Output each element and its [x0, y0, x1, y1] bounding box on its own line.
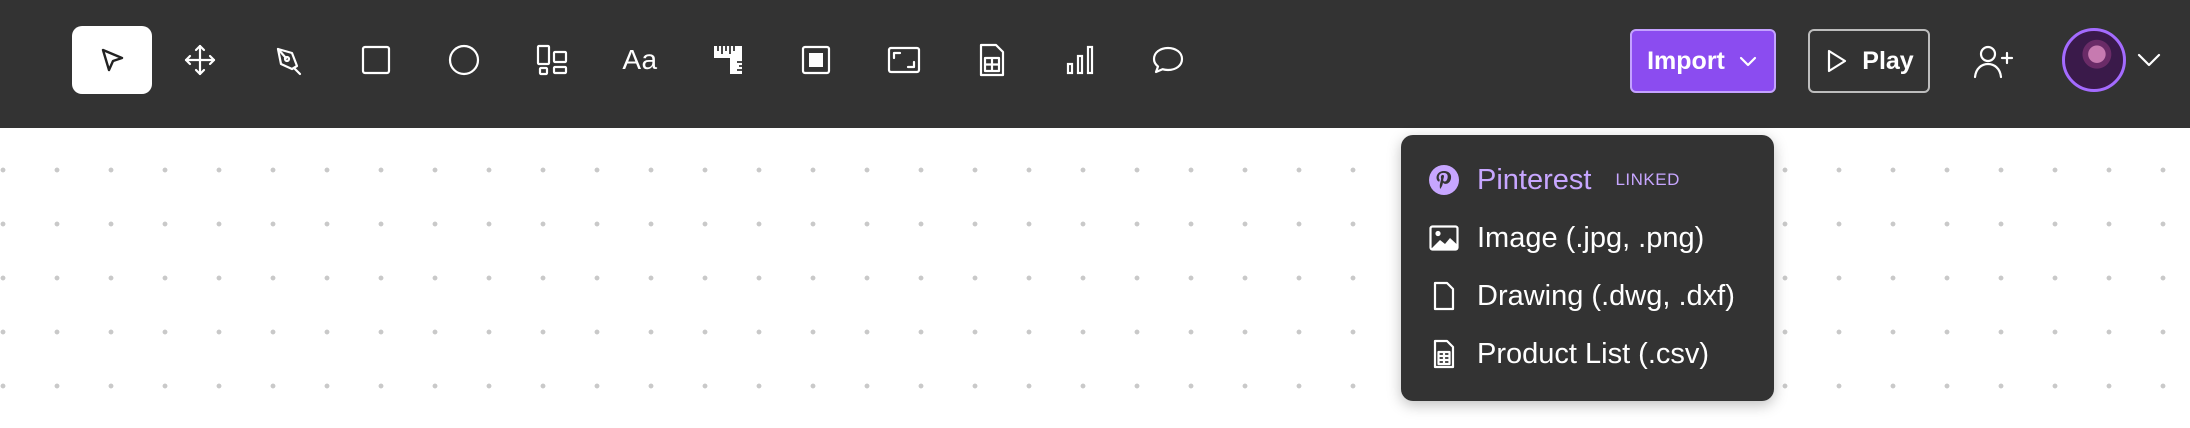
ruler-tool[interactable]	[688, 26, 768, 94]
move-icon	[184, 44, 216, 76]
spreadsheet-file-icon	[1427, 337, 1461, 371]
menu-item-label: Pinterest	[1477, 163, 1592, 196]
import-dropdown-menu: Pinterest LINKED Image (.jpg, .png) Drawi…	[1401, 135, 1774, 401]
play-button[interactable]: Play	[1808, 29, 1930, 93]
avatar-chevron-down-icon[interactable]	[2134, 48, 2164, 72]
user-avatar[interactable]	[2062, 28, 2126, 92]
chart-tool[interactable]	[1040, 26, 1120, 94]
move-tool[interactable]	[160, 26, 240, 94]
menu-item-drawing[interactable]: Drawing (.dwg, .dxf)	[1427, 274, 1735, 318]
spreadsheet-icon	[979, 43, 1005, 77]
select-arrow-icon	[101, 48, 124, 72]
pinterest-icon	[1427, 163, 1461, 197]
menu-item-label: Product List (.csv)	[1477, 337, 1710, 370]
import-button[interactable]: Import	[1630, 29, 1776, 93]
rectangle-icon	[361, 45, 391, 75]
ellipse-icon	[448, 44, 480, 76]
menu-item-label: Drawing (.dwg, .dxf)	[1477, 279, 1735, 312]
frame-icon	[801, 45, 831, 75]
add-user-icon	[1973, 45, 2014, 79]
text-icon: Aa	[622, 44, 658, 75]
text-tool[interactable]: Aa	[600, 26, 680, 94]
pen-icon	[276, 47, 302, 76]
layout-tool[interactable]	[512, 26, 592, 94]
top-toolbar: Aa Import Play	[0, 0, 2190, 128]
add-user-button[interactable]	[1968, 40, 2018, 84]
resize-tool[interactable]	[864, 26, 944, 94]
ellipse-tool[interactable]	[424, 26, 504, 94]
select-tool[interactable]	[72, 26, 152, 94]
linked-badge: LINKED	[1615, 170, 1680, 189]
spreadsheet-tool[interactable]	[952, 26, 1032, 94]
ruler-icon	[714, 46, 742, 74]
chevron-down-icon	[1739, 56, 1756, 67]
bar-chart-icon	[1066, 45, 1094, 75]
dotted-canvas[interactable]	[0, 128, 2190, 428]
menu-item-image[interactable]: Image (.jpg, .png)	[1427, 216, 1704, 260]
import-label: Import	[1647, 46, 1725, 75]
rectangle-tool[interactable]	[336, 26, 416, 94]
resize-icon	[887, 46, 921, 74]
layout-grid-icon	[536, 44, 568, 76]
menu-item-pinterest[interactable]: Pinterest LINKED	[1427, 158, 1680, 202]
frame-tool[interactable]	[776, 26, 856, 94]
menu-item-label: Image (.jpg, .png)	[1477, 221, 1705, 254]
comment-tool[interactable]	[1128, 26, 1208, 94]
comment-icon	[1152, 46, 1184, 74]
file-icon	[1427, 279, 1461, 313]
play-label: Play	[1862, 46, 1914, 75]
play-icon	[1828, 49, 1847, 73]
image-icon	[1427, 221, 1461, 255]
pen-tool[interactable]	[248, 26, 328, 94]
menu-item-product-list[interactable]: Product List (.csv)	[1427, 332, 1709, 376]
